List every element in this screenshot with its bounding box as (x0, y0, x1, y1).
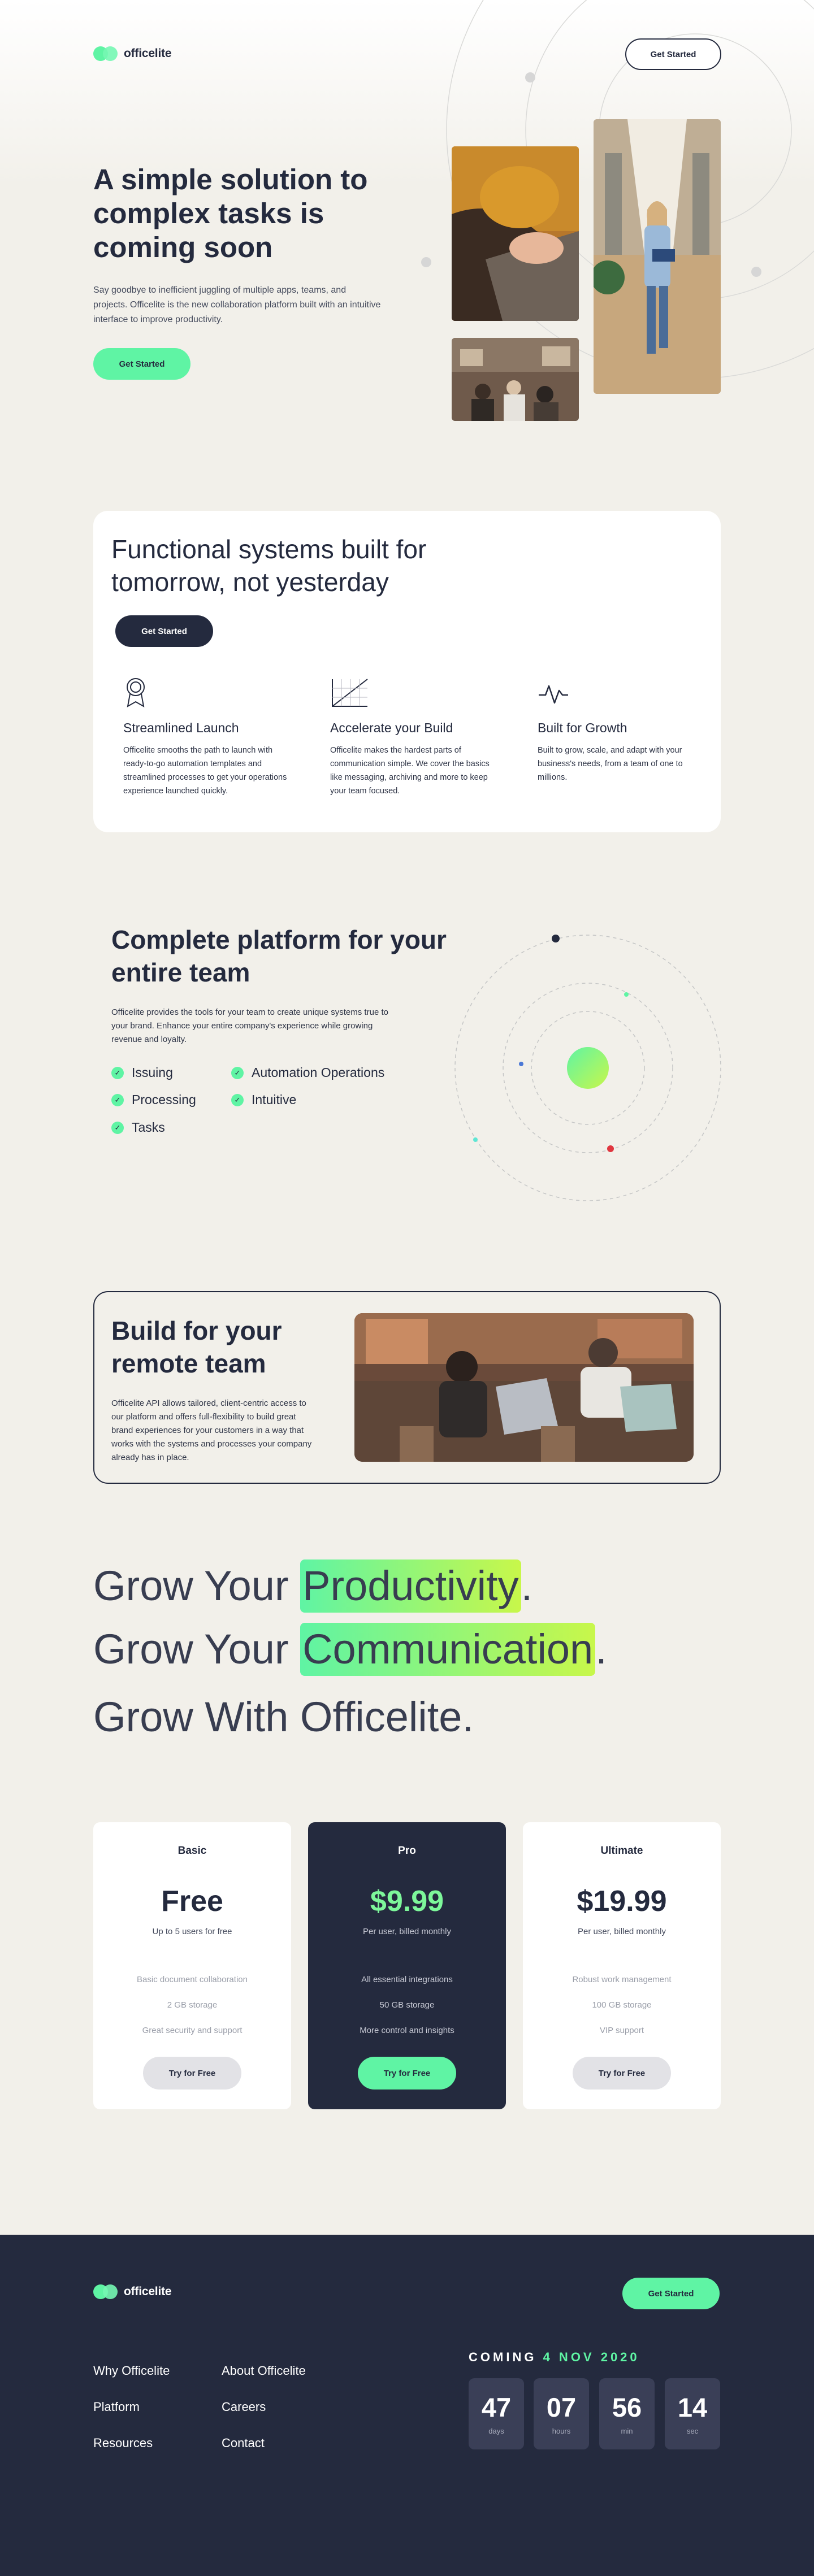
plan-price: Free (161, 1885, 223, 1918)
footer-link-contact[interactable]: Contact (222, 2436, 265, 2451)
plan-feature: Robust work management (572, 1975, 672, 1984)
plan-feature: 50 GB storage (379, 2000, 435, 2010)
countdown-days: 47 days (469, 2378, 524, 2449)
logo-text: officelite (124, 2285, 172, 2298)
grow-line-officelite: Grow With Officelite. (93, 1693, 474, 1740)
countdown-seconds: 14 sec (665, 2378, 720, 2449)
footer-link-about[interactable]: About Officelite (222, 2364, 306, 2378)
remote-team-photo (354, 1313, 694, 1462)
award-icon (127, 678, 145, 707)
platform-title: Complete platform for your entire team (111, 925, 447, 987)
plan-feature: Great security and support (142, 2026, 243, 2035)
check-icon: ✓ (231, 1066, 244, 1079)
plan-feature: More control and insights (360, 2026, 454, 2035)
feature-text: Built to grow, scale, and adapt with you… (538, 746, 683, 782)
feature-title: Accelerate your Build (330, 720, 453, 735)
check-icon: ✓ (111, 1121, 124, 1134)
plan-name: Ultimate (600, 1845, 643, 1857)
footer-link-platform[interactable]: Platform (93, 2400, 140, 2414)
check-icon: ✓ (111, 1066, 124, 1079)
coming-soon-label: COMING 4 NOV 2020 (469, 2350, 640, 2364)
feature-accelerate-build: Accelerate your Build Officelite makes t… (330, 677, 494, 798)
feature-title: Built for Growth (538, 720, 627, 735)
check-item-tasks: ✓ Tasks (111, 1120, 165, 1135)
hero-text: Say goodbye to inefficient juggling of m… (93, 285, 381, 324)
footer-link-careers[interactable]: Careers (222, 2400, 266, 2414)
plan-subtext: Up to 5 users for free (152, 1927, 232, 1936)
countdown-hours: 07 hours (534, 2378, 589, 2449)
feature-streamlined-launch: Streamlined Launch Officelite smooths th… (123, 677, 287, 798)
plan-feature: 2 GB storage (167, 2000, 218, 2010)
check-item-automation: ✓ Automation Operations (231, 1065, 384, 1080)
platform-text: Officelite provides the tools for your t… (111, 1007, 388, 1044)
plan-feature: VIP support (599, 2026, 644, 2035)
team-meeting-photo (452, 338, 579, 421)
hero-get-started-button[interactable]: Get Started (93, 348, 190, 380)
pricing-card-ultimate: Ultimate $19.99 Per user, billed monthly… (523, 1822, 721, 2109)
coming-date: 4 NOV 2020 (543, 2350, 640, 2364)
grow-line-productivity: Grow Your Productivity. (93, 1558, 532, 1614)
platform-orbit-graphic (454, 935, 721, 1201)
hero-title: A simple solution to complex tasks is co… (93, 163, 368, 263)
plan-subtext: Per user, billed monthly (578, 1927, 666, 1936)
plan-subtext: Per user, billed monthly (363, 1927, 451, 1936)
plan-feature: 100 GB storage (592, 2000, 652, 2010)
footer-logo[interactable]: officelite (93, 2284, 172, 2299)
logo[interactable]: officelite (93, 46, 172, 61)
feature-text: Officelite makes the hardest parts of co… (330, 746, 490, 796)
plan-price: $9.99 (370, 1885, 444, 1918)
try-for-free-button[interactable]: Try for Free (573, 2057, 671, 2090)
countdown-minutes: 56 min (599, 2378, 655, 2449)
footer-link-resources[interactable]: Resources (93, 2436, 153, 2451)
plan-price: $19.99 (577, 1885, 667, 1918)
footer-get-started-button[interactable]: Get Started (622, 2278, 720, 2309)
logo-text: officelite (124, 47, 172, 60)
check-item-issuing: ✓ Issuing (111, 1065, 173, 1080)
check-item-processing: ✓ Processing (111, 1092, 196, 1107)
remote-text: Officelite API allows tailored, client-c… (111, 1398, 312, 1462)
check-icon: ✓ (231, 1093, 244, 1106)
woman-walking-office-photo (594, 119, 721, 394)
feature-text: Officelite smooths the path to launch wi… (123, 746, 287, 796)
features-get-started-button[interactable]: Get Started (115, 615, 213, 647)
feature-built-for-growth: Built for Growth Built to grow, scale, a… (538, 677, 702, 784)
highlight-productivity: Productivity (300, 1559, 521, 1613)
try-for-free-button[interactable]: Try for Free (358, 2057, 456, 2090)
check-item-intuitive: ✓ Intuitive (231, 1092, 296, 1107)
logo-mark-icon (93, 2284, 118, 2299)
plan-name: Pro (398, 1845, 416, 1857)
pricing-card-basic: Basic Free Up to 5 users for free Basic … (93, 1822, 291, 2109)
footer-link-why-officelite[interactable]: Why Officelite (93, 2364, 170, 2378)
plan-feature: Basic document collaboration (137, 1975, 248, 1984)
feature-title: Streamlined Launch (123, 720, 239, 735)
logo-mark-icon (93, 46, 118, 61)
try-for-free-button[interactable]: Try for Free (143, 2057, 241, 2090)
chart-icon (332, 679, 368, 707)
features-title: Functional systems built for tomorrow, n… (111, 535, 427, 597)
pricing-card-pro: Pro $9.99 Per user, billed monthly All e… (308, 1822, 506, 2109)
header-get-started-button[interactable]: Get Started (625, 38, 721, 70)
grow-line-communication: Grow Your Communication. (93, 1622, 607, 1677)
check-icon: ✓ (111, 1093, 124, 1106)
typing-on-laptop-photo (452, 146, 579, 321)
plan-feature: All essential integrations (361, 1975, 453, 1984)
highlight-communication: Communication (300, 1623, 596, 1676)
remote-title: Build for your remote team (111, 1316, 282, 1378)
plan-name: Basic (177, 1845, 207, 1857)
pulse-icon (539, 685, 568, 704)
